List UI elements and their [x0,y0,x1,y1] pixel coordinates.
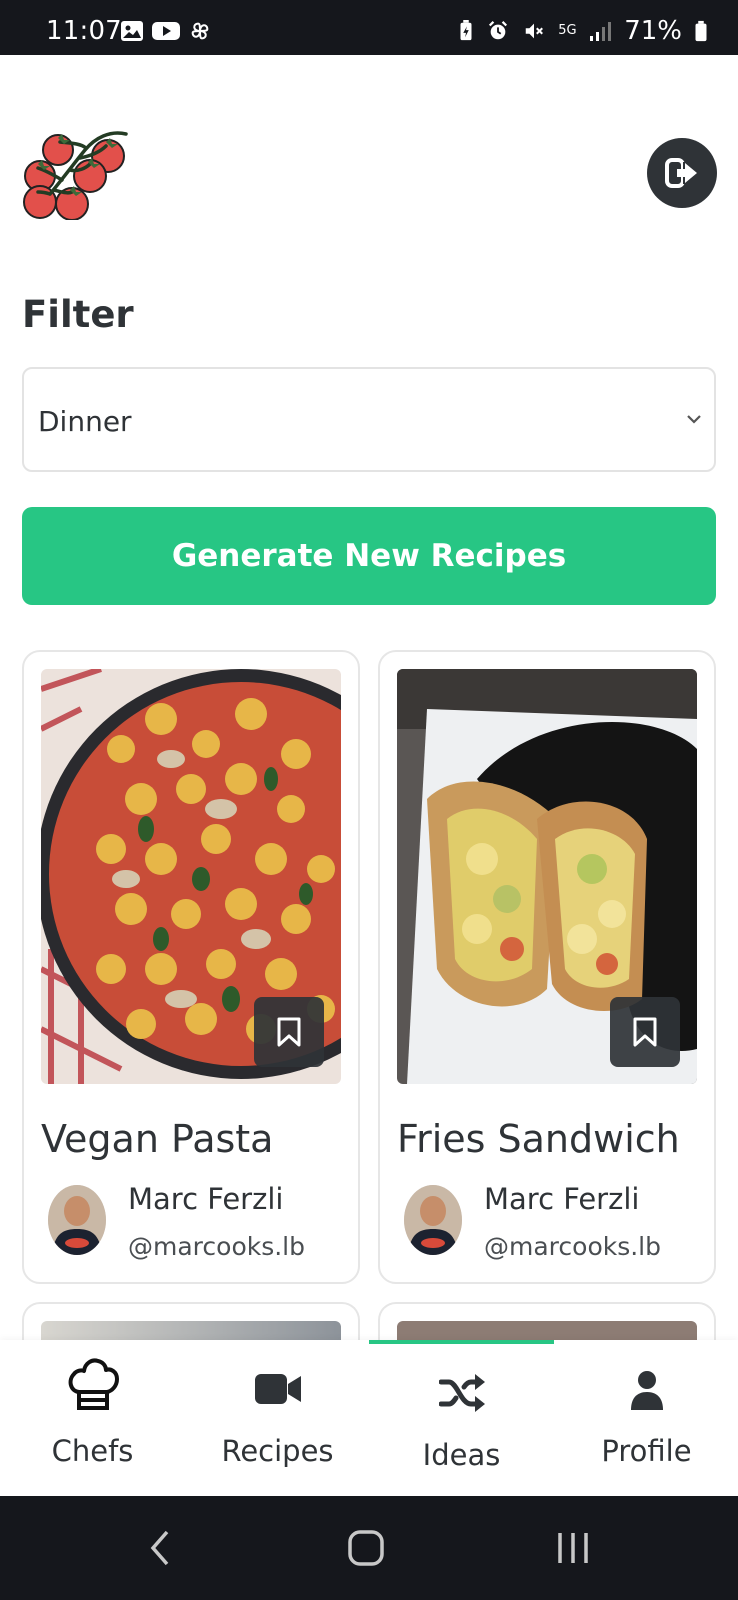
bookmark-button[interactable] [610,997,680,1067]
nav-item-recipes[interactable]: Recipes [185,1340,370,1496]
shuffle-icon [438,1374,485,1412]
bookmark-icon [633,1017,657,1047]
recipe-author-handle: @marcooks.lb [484,1232,662,1261]
generate-recipes-button[interactable]: Generate New Recipes [22,507,716,605]
back-button[interactable] [110,1496,210,1600]
bottom-navigation: Chefs Recipes Ideas Profile [0,1340,738,1496]
nav-label: Chefs [51,1434,134,1468]
recipe-image-pasta [41,669,341,1084]
status-time: 11:07 [46,16,122,46]
status-left-icons [120,20,212,42]
recent-apps-icon [558,1533,588,1563]
pinwheel-icon [191,22,209,40]
recipe-image-fries-sandwich [397,669,697,1084]
recipe-author: Marc Ferzli [484,1182,640,1216]
nav-item-profile[interactable]: Profile [554,1340,738,1496]
back-icon [150,1530,169,1566]
video-camera-icon [254,1374,301,1404]
filter-title: Filter [22,293,134,336]
tomato-vine-logo [23,131,128,220]
bookmark-button[interactable] [254,997,324,1067]
chevron-down-icon [687,415,701,424]
recipe-author: Marc Ferzli [128,1182,284,1216]
system-navigation-bar [0,1496,738,1600]
meal-filter-select[interactable]: Dinner [22,367,716,472]
battery-saver-icon [460,20,472,41]
avatar [404,1185,462,1255]
network-5g-icon: 5G [558,23,577,38]
recipe-card[interactable]: Fries Sandwich Marc Ferzli @marcooks.lb [378,650,716,1284]
recipe-title: Fries Sandwich [397,1117,680,1161]
avatar [48,1185,106,1255]
filter-selected-value: Dinner [38,405,132,438]
youtube-icon [152,22,180,40]
battery-percent: 71% [624,16,682,46]
alarm-icon [489,21,508,40]
gallery-icon [121,21,143,41]
home-icon [348,1530,384,1566]
recipe-author-handle: @marcooks.lb [128,1232,306,1261]
user-icon [630,1371,663,1410]
recipe-title: Vegan Pasta [41,1117,274,1161]
logout-icon [665,158,697,188]
nav-label: Ideas [422,1438,501,1472]
status-bar: 11:07 5G 71% [0,0,738,55]
status-right: 5G 71% [458,16,708,46]
recent-apps-button[interactable] [523,1496,623,1600]
chef-hat-icon [68,1358,119,1410]
nav-item-chefs[interactable]: Chefs [0,1340,185,1496]
logout-button[interactable] [647,138,717,208]
nav-label: Recipes [221,1434,334,1468]
signal-icon [590,22,612,41]
mute-icon [525,23,544,39]
recipe-card[interactable]: Vegan Pasta Marc Ferzli @marcooks.lb [22,650,360,1284]
bookmark-icon [277,1017,301,1047]
nav-item-ideas[interactable]: Ideas [369,1340,554,1496]
nav-label: Profile [601,1434,692,1468]
home-button[interactable] [316,1496,416,1600]
battery-icon [695,20,707,42]
